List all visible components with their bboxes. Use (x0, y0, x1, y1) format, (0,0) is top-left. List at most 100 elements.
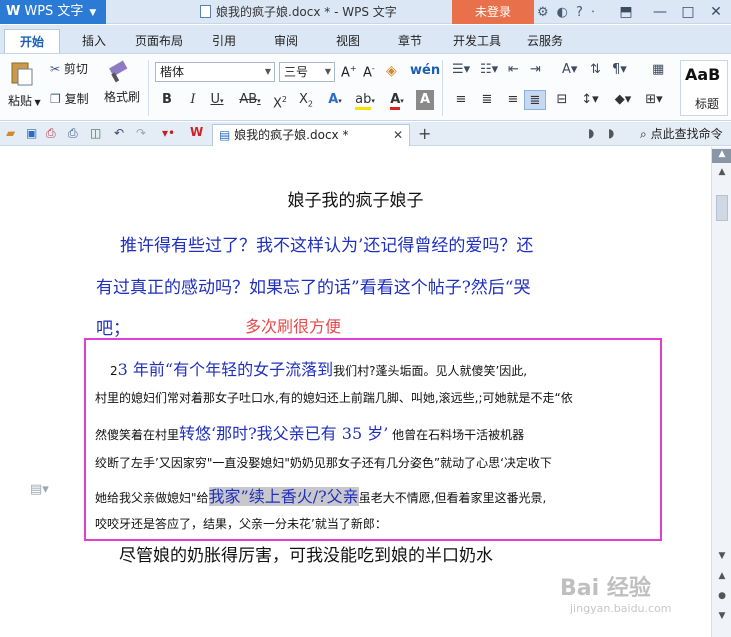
clear-format-icon[interactable]: ◈ (386, 63, 397, 79)
minimize-icon[interactable]: — (646, 0, 674, 24)
print-icon[interactable]: ⎙ (68, 126, 78, 141)
new-tab-icon[interactable]: + (418, 124, 431, 143)
italic-icon[interactable]: I (184, 90, 202, 110)
align-right-icon[interactable]: ≡ (504, 90, 522, 110)
justify-icon[interactable]: ≣ (524, 90, 546, 110)
app-menu-button[interactable]: W WPS 文字 ▼ (0, 0, 106, 24)
open-folder-icon[interactable]: ▰ (6, 126, 15, 140)
save-icon[interactable]: ▣ (26, 126, 37, 140)
restore-icon[interactable]: ⬒ (612, 0, 640, 24)
body-line: 吧； (96, 319, 130, 339)
tab-developer[interactable]: 开发工具 (446, 29, 508, 53)
bullet-list-icon[interactable]: ☰▾ (452, 62, 470, 77)
prev-page-icon[interactable]: ▲ (712, 571, 731, 581)
increase-indent-icon[interactable]: ⇥ (530, 62, 541, 77)
cut-button[interactable]: ✂ 剪切 (50, 60, 88, 77)
align-center-icon[interactable]: ≣ (478, 90, 496, 110)
selected-text: 我家”续上香火/?父亲 (208, 487, 359, 506)
table-icon[interactable]: ▦ (652, 62, 664, 77)
text-run: 我们村?蓬头垢面。见人就傻笑’因此, (333, 364, 528, 378)
close-icon[interactable]: ✕ (702, 0, 730, 24)
tab-view[interactable]: 视图 (326, 29, 370, 53)
scrollbar-thumb[interactable] (716, 195, 728, 221)
highlight-icon[interactable]: ab▾ (352, 90, 378, 110)
change-case-icon[interactable]: A▾ (562, 62, 577, 77)
divider (148, 60, 149, 116)
bold-icon[interactable]: B (158, 90, 176, 110)
strikethrough-icon[interactable]: AB▾ (236, 90, 264, 110)
undo-icon[interactable]: ↶ (114, 126, 124, 140)
print-preview-icon[interactable]: ◫ (90, 126, 101, 140)
sort-icon[interactable]: ⇅ (590, 62, 601, 77)
more-icon[interactable]: ⋅ (591, 5, 595, 20)
skin-icon[interactable]: ⚙ (537, 5, 549, 20)
superscript-icon[interactable]: X2 (270, 90, 290, 111)
underline-icon[interactable]: U▾ (206, 90, 228, 110)
feedback-icon[interactable]: ◐ (557, 5, 568, 20)
command-search[interactable]: ⌕ 点此查找命令 (640, 122, 723, 146)
distribute-icon[interactable]: ⊟ (552, 90, 572, 110)
customize-icon[interactable]: ▾• (162, 126, 175, 140)
subscript-icon[interactable]: X2 (296, 90, 316, 110)
numbered-list-icon[interactable]: ☷▾ (480, 62, 498, 77)
align-left-icon[interactable]: ≡ (452, 90, 470, 110)
text-run: 虽老大不情愿,但看着家里这番光景, (358, 491, 547, 505)
tab-cloud[interactable]: 云服务 (518, 29, 572, 53)
doc-list-icon[interactable]: ◗ (588, 126, 594, 140)
wps-doc-icon[interactable]: W (190, 125, 203, 139)
ribbon-home: 粘贴 ▼ ✂ 剪切 ❐ 复制 格式刷 楷体 ▼ 三号 ▼ A+ A- ◈ wén B… (0, 53, 731, 121)
paragraph-line: 23 年前“有个年轻的女子流落到我们村?蓬头垢面。见人就傻笑’因此, (110, 356, 527, 380)
tab-page-layout[interactable]: 页面布局 (128, 29, 190, 53)
pinyin-icon[interactable]: wén (410, 63, 440, 78)
app-name: WPS 文字 (24, 4, 84, 19)
annotation-note: 多次刷很方便 (245, 317, 342, 336)
redo-icon[interactable]: ↷ (136, 126, 146, 140)
copy-icon: ❐ (50, 92, 61, 106)
font-size-select[interactable]: 三号 ▼ (279, 62, 335, 82)
body-line: 推许得有些过了？我不这样认为’还记得曾经的爱吗？还 (120, 236, 534, 256)
copy-button[interactable]: ❐ 复制 (50, 90, 89, 107)
next-page-icon[interactable]: ▼ (712, 611, 731, 621)
cut-label: 剪切 (63, 62, 88, 76)
format-painter-button[interactable]: 格式刷 (104, 60, 140, 105)
scroll-up-icon[interactable]: ▲ (712, 167, 731, 177)
login-button[interactable]: 未登录 (452, 0, 534, 24)
borders-icon[interactable]: ⊞▾ (642, 90, 666, 110)
copy-label: 复制 (64, 92, 89, 106)
style-heading-button[interactable]: AaB 标题 (680, 60, 728, 116)
paste-label: 粘贴 (8, 94, 33, 108)
tab-review[interactable]: 审阅 (264, 29, 308, 53)
paragraph-menu-icon[interactable]: ▤▾ (30, 482, 49, 497)
show-marks-icon[interactable]: ¶▾ (612, 62, 627, 77)
chevron-down-icon: ▼ (32, 98, 41, 107)
doc-menu-icon[interactable]: ◗ (608, 126, 614, 140)
paragraph-line: 咬咬牙还是答应了，结果，父亲一分未花’就当了新郎： (95, 517, 387, 531)
scroll-down-icon[interactable]: ▼ (712, 551, 731, 561)
font-name-select[interactable]: 楷体 ▼ (155, 62, 275, 82)
text-effect-icon[interactable]: A▾ (324, 90, 346, 110)
tab-home[interactable]: 开始 (4, 29, 60, 53)
char-shading-icon[interactable]: A (416, 90, 434, 110)
font-color-icon[interactable]: A▾ (386, 90, 408, 110)
document-heading: 娘子我的疯子娘子 (287, 191, 424, 211)
scissors-icon: ✂ (50, 62, 61, 76)
tab-references[interactable]: 引用 (202, 29, 246, 53)
export-pdf-icon[interactable]: ⎙ (46, 126, 56, 141)
page-select-icon[interactable]: ● (712, 591, 731, 601)
document-tab[interactable]: ▤ 娘我的疯子娘.docx * ✕ (212, 124, 410, 146)
grow-font-button[interactable]: A+ (341, 64, 357, 80)
tab-insert[interactable]: 插入 (72, 29, 116, 53)
vertical-scrollbar[interactable]: ▲ ▲ ▼ ▲ ● ▼ (711, 147, 731, 637)
paste-button[interactable]: 粘贴 ▼ (8, 60, 41, 109)
scroll-top-icon[interactable]: ▲ (712, 149, 731, 163)
decrease-indent-icon[interactable]: ⇤ (508, 62, 519, 77)
text-run: 她给我父亲做媳妇"给 (95, 491, 209, 505)
line-spacing-icon[interactable]: ↕▾ (578, 90, 602, 110)
close-tab-icon[interactable]: ✕ (393, 125, 403, 145)
tab-chapter[interactable]: 章节 (388, 29, 432, 53)
shading-icon[interactable]: ◆▾ (610, 90, 636, 110)
shrink-font-button[interactable]: A- (363, 64, 375, 80)
maximize-icon[interactable]: □ (674, 0, 702, 24)
help-icon[interactable]: ? (576, 5, 583, 20)
paragraph-line: 她给我父亲做媳妇"给我家”续上香火/?父亲虽老大不情愿,但看着家里这番光景, (95, 483, 546, 507)
